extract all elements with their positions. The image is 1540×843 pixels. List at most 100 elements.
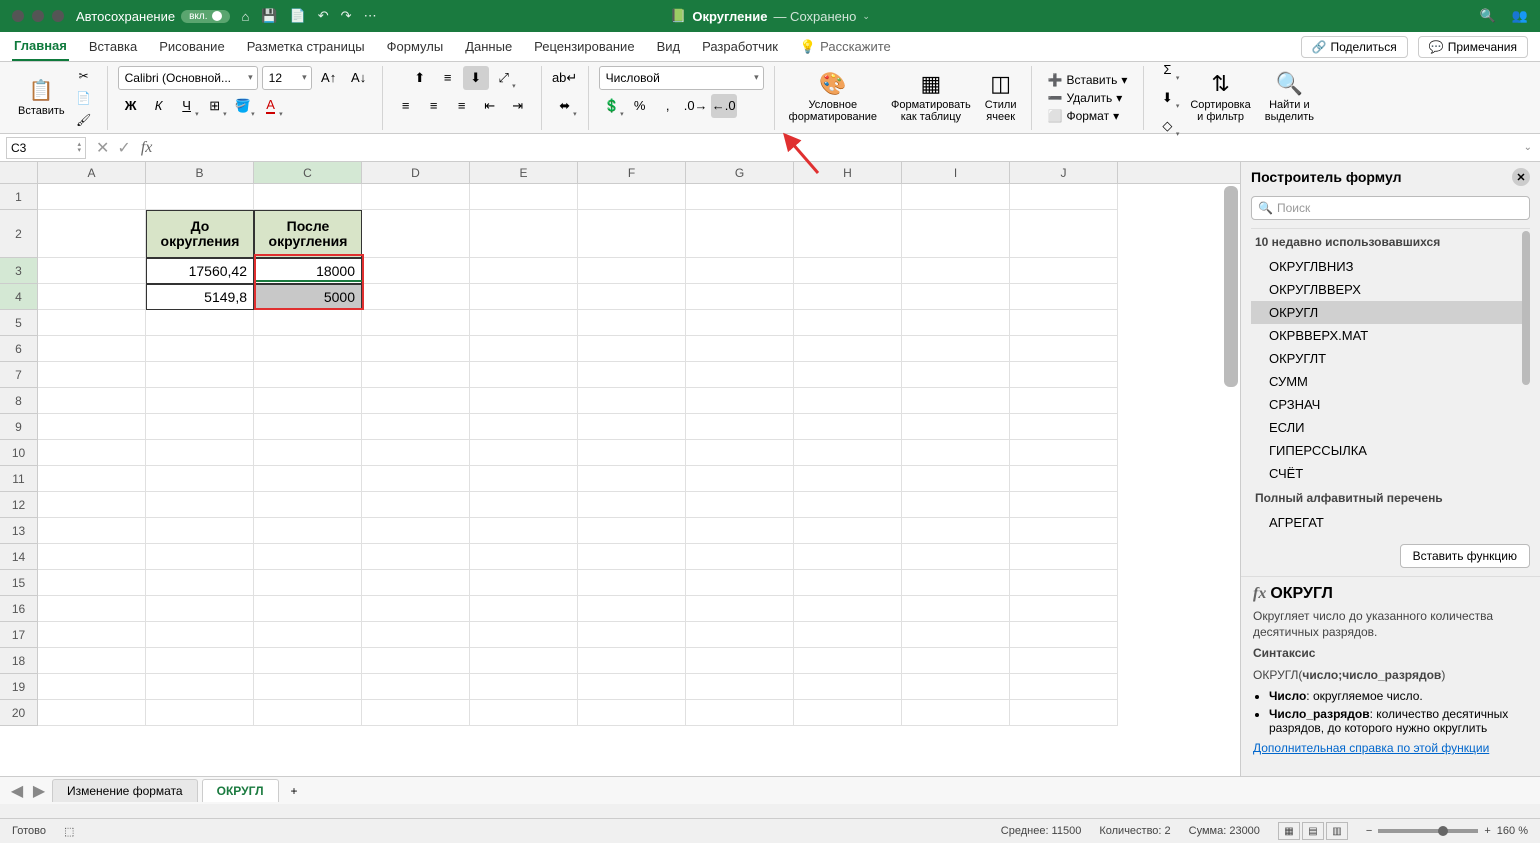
select-all-corner[interactable]	[0, 162, 38, 184]
cell-F1[interactable]	[578, 184, 686, 210]
cell-F10[interactable]	[578, 440, 686, 466]
cell-F19[interactable]	[578, 674, 686, 700]
number-format-selector[interactable]: Числовой	[599, 66, 764, 90]
search-icon[interactable]: 🔍	[1480, 8, 1496, 24]
row-header-5[interactable]: 5	[0, 310, 38, 336]
cell-C3[interactable]: 18000	[254, 258, 362, 284]
cell-E6[interactable]	[470, 336, 578, 362]
cell-D13[interactable]	[362, 518, 470, 544]
merge-button[interactable]: ⬌▾	[552, 94, 578, 118]
cell-E7[interactable]	[470, 362, 578, 388]
underline-button[interactable]: Ч▾	[174, 94, 200, 118]
cell-A6[interactable]	[38, 336, 146, 362]
cell-I4[interactable]	[902, 284, 1010, 310]
cell-D2[interactable]	[362, 210, 470, 258]
cell-D9[interactable]	[362, 414, 470, 440]
cell-F13[interactable]	[578, 518, 686, 544]
sheet-tab-0[interactable]: Изменение формата	[52, 779, 198, 802]
cell-A17[interactable]	[38, 622, 146, 648]
cell-F15[interactable]	[578, 570, 686, 596]
decrease-decimal-button[interactable]: ←.0	[711, 94, 737, 118]
cell-J19[interactable]	[1010, 674, 1118, 700]
cell-E19[interactable]	[470, 674, 578, 700]
cell-G16[interactable]	[686, 596, 794, 622]
col-header-B[interactable]: B	[146, 162, 254, 183]
col-header-D[interactable]: D	[362, 162, 470, 183]
cell-E20[interactable]	[470, 700, 578, 726]
function-item[interactable]: ОКРВВЕРХ.МАТ	[1251, 324, 1530, 347]
cell-G20[interactable]	[686, 700, 794, 726]
function-item[interactable]: ОКРУГЛВВЕРХ	[1251, 278, 1530, 301]
cell-E4[interactable]	[470, 284, 578, 310]
cell-H6[interactable]	[794, 336, 902, 362]
cell-I3[interactable]	[902, 258, 1010, 284]
cell-A12[interactable]	[38, 492, 146, 518]
cell-J1[interactable]	[1010, 184, 1118, 210]
fx-label[interactable]: fx	[141, 139, 161, 157]
normal-view-button[interactable]: ▦	[1278, 822, 1300, 840]
cell-A4[interactable]	[38, 284, 146, 310]
cell-B10[interactable]	[146, 440, 254, 466]
cell-J3[interactable]	[1010, 258, 1118, 284]
increase-decimal-button[interactable]: .0→	[683, 94, 709, 118]
cell-J15[interactable]	[1010, 570, 1118, 596]
tab-insert[interactable]: Вставка	[87, 33, 139, 60]
cell-E1[interactable]	[470, 184, 578, 210]
cell-H1[interactable]	[794, 184, 902, 210]
window-controls[interactable]	[12, 10, 64, 22]
cell-G13[interactable]	[686, 518, 794, 544]
fill-button[interactable]: ⬇▾	[1154, 86, 1180, 110]
cell-H15[interactable]	[794, 570, 902, 596]
row-header-16[interactable]: 16	[0, 596, 38, 622]
italic-button[interactable]: К	[146, 94, 172, 118]
cell-I8[interactable]	[902, 388, 1010, 414]
row-header-19[interactable]: 19	[0, 674, 38, 700]
cell-J13[interactable]	[1010, 518, 1118, 544]
cell-H18[interactable]	[794, 648, 902, 674]
cell-C18[interactable]	[254, 648, 362, 674]
cell-A13[interactable]	[38, 518, 146, 544]
cell-G15[interactable]	[686, 570, 794, 596]
function-item[interactable]: СЧЁТ	[1251, 462, 1530, 485]
share-people-icon[interactable]: 👥	[1512, 8, 1528, 24]
decrease-font-button[interactable]: A↓	[346, 66, 372, 90]
cell-J14[interactable]	[1010, 544, 1118, 570]
cell-A3[interactable]	[38, 258, 146, 284]
cell-D6[interactable]	[362, 336, 470, 362]
cell-B5[interactable]	[146, 310, 254, 336]
cell-G1[interactable]	[686, 184, 794, 210]
clear-button[interactable]: ◇▾	[1154, 114, 1180, 138]
cell-C2[interactable]: После округления	[254, 210, 362, 258]
row-header-10[interactable]: 10	[0, 440, 38, 466]
tell-me[interactable]: 💡Расскажите	[798, 33, 893, 61]
cell-D4[interactable]	[362, 284, 470, 310]
cell-G14[interactable]	[686, 544, 794, 570]
cell-C10[interactable]	[254, 440, 362, 466]
cell-A5[interactable]	[38, 310, 146, 336]
tab-page-layout[interactable]: Разметка страницы	[245, 33, 367, 60]
cell-F8[interactable]	[578, 388, 686, 414]
cell-H9[interactable]	[794, 414, 902, 440]
format-as-table-button[interactable]: ▦ Форматировать как таблицу	[887, 70, 975, 124]
cell-I6[interactable]	[902, 336, 1010, 362]
bold-button[interactable]: Ж	[118, 94, 144, 118]
paste-button[interactable]: 📋 Вставить	[18, 78, 65, 117]
cell-D3[interactable]	[362, 258, 470, 284]
col-header-I[interactable]: I	[902, 162, 1010, 183]
cell-A18[interactable]	[38, 648, 146, 674]
font-size-selector[interactable]: 12	[262, 66, 312, 90]
align-right-button[interactable]: ≡	[449, 94, 475, 118]
cell-C1[interactable]	[254, 184, 362, 210]
redo-icon[interactable]: ↷	[341, 8, 352, 24]
cell-D8[interactable]	[362, 388, 470, 414]
col-header-J[interactable]: J	[1010, 162, 1118, 183]
cell-H11[interactable]	[794, 466, 902, 492]
copy-button[interactable]: 📄	[71, 88, 97, 108]
cell-I10[interactable]	[902, 440, 1010, 466]
function-help-link[interactable]: Дополнительная справка по этой функции	[1253, 741, 1489, 755]
cell-H17[interactable]	[794, 622, 902, 648]
cell-G6[interactable]	[686, 336, 794, 362]
row-header-7[interactable]: 7	[0, 362, 38, 388]
cell-D11[interactable]	[362, 466, 470, 492]
cell-D14[interactable]	[362, 544, 470, 570]
